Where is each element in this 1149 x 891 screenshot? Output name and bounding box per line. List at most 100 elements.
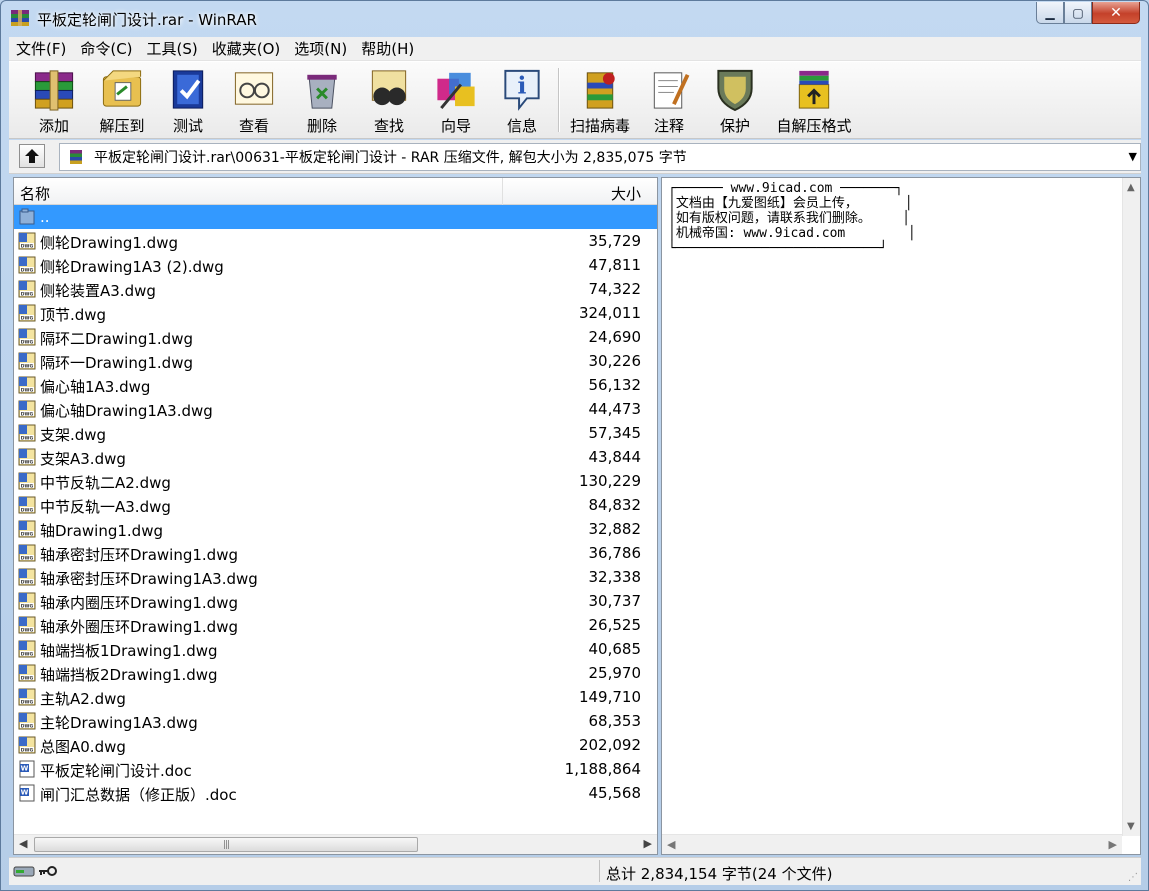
horizontal-scrollbar[interactable]: ◀ ||| ▶: [14, 834, 657, 854]
column-divider[interactable]: [502, 178, 503, 205]
file-name: 中节反轨二A2.dwg: [40, 474, 171, 492]
scroll-up-icon[interactable]: ▲: [1127, 182, 1135, 193]
wizard-button[interactable]: 向导: [421, 64, 491, 136]
scan-virus-label: 扫描病毒: [569, 117, 630, 135]
file-row[interactable]: W 平板定轮闸门设计.doc 1,188,864: [14, 757, 657, 781]
file-name: 轴承内圈压环Drawing1.dwg: [40, 594, 238, 612]
comment-vertical-scrollbar[interactable]: ▲ ▼: [1122, 178, 1140, 836]
file-name: 侧轮Drawing1.dwg: [40, 234, 178, 252]
menu-commands[interactable]: 命令(C): [73, 38, 139, 59]
file-row[interactable]: DWG 轴Drawing1.dwg 32,882: [14, 517, 657, 541]
menu-bar: 文件(F) 命令(C) 工具(S) 收藏夹(O) 选项(N) 帮助(H): [9, 37, 1141, 61]
key-icon[interactable]: [37, 864, 57, 878]
extract-to-label: 解压到: [99, 117, 145, 135]
file-row[interactable]: DWG 支架.dwg 57,345: [14, 421, 657, 445]
scroll-right-icon[interactable]: ▶: [1109, 838, 1117, 851]
file-row[interactable]: W 闸门汇总数据（修正版）.doc 45,568: [14, 781, 657, 805]
file-row[interactable]: DWG 轴承密封压环Drawing1A3.dwg 32,338: [14, 565, 657, 589]
file-row[interactable]: DWG 轴端挡板2Drawing1.dwg 25,970: [14, 661, 657, 685]
close-button[interactable]: ✕: [1092, 2, 1140, 24]
svg-text:DWG: DWG: [21, 388, 34, 394]
menu-favorites[interactable]: 收藏夹(O): [205, 38, 288, 59]
file-row[interactable]: DWG 主轮Drawing1A3.dwg 68,353: [14, 709, 657, 733]
file-row[interactable]: DWG 侧轮装置A3.dwg 74,322: [14, 277, 657, 301]
menu-help[interactable]: 帮助(H): [354, 38, 421, 59]
comment-button[interactable]: 注释: [634, 64, 704, 136]
protect-label: 保护: [719, 117, 750, 135]
file-row[interactable]: DWG 隔环一Drawing1.dwg 30,226: [14, 349, 657, 373]
file-row[interactable]: DWG 中节反轨一A3.dwg 84,832: [14, 493, 657, 517]
file-name: 轴承密封压环Drawing1A3.dwg: [40, 570, 258, 588]
file-row[interactable]: DWG 中节反轨二A2.dwg 130,229: [14, 469, 657, 493]
scroll-left-icon[interactable]: ◀: [19, 837, 27, 850]
file-size: 40,685: [588, 640, 642, 658]
file-row[interactable]: DWG 轴承外圈压环Drawing1.dwg 26,525: [14, 613, 657, 637]
file-row[interactable]: DWG 主轨A2.dwg 149,710: [14, 685, 657, 709]
drive-icon[interactable]: [13, 864, 35, 878]
file-row[interactable]: DWG 侧轮Drawing1A3 (2).dwg 47,811: [14, 253, 657, 277]
resize-grip-icon[interactable]: ⋰: [1128, 872, 1138, 883]
file-name: 顶节.dwg: [40, 306, 107, 324]
scan-virus-button[interactable]: 扫描病毒: [565, 64, 635, 136]
find-button[interactable]: 查找: [354, 64, 424, 136]
file-name: 偏心轴1A3.dwg: [40, 378, 151, 396]
file-row[interactable]: DWG 侧轮Drawing1.dwg 35,729: [14, 229, 657, 253]
dwg-file-icon: DWG: [18, 304, 36, 322]
file-row[interactable]: DWG 轴承内圈压环Drawing1.dwg 30,737: [14, 589, 657, 613]
address-combobox[interactable]: 平板定轮闸门设计.rar\00631-平板定轮闸门设计 - RAR 压缩文件, …: [59, 143, 1141, 171]
file-row[interactable]: DWG 支架A3.dwg 43,844: [14, 445, 657, 469]
dwg-file-icon: DWG: [18, 376, 36, 394]
scroll-right-icon[interactable]: ▶: [644, 837, 652, 850]
menu-tools[interactable]: 工具(S): [140, 38, 205, 59]
sfx-icon: [798, 70, 830, 109]
sfx-button[interactable]: 自解压格式: [774, 64, 854, 136]
scan-virus-icon: [586, 72, 615, 109]
up-folder-button[interactable]: [19, 144, 45, 168]
file-name: 闸门汇总数据（修正版）.doc: [40, 786, 237, 804]
file-row[interactable]: DWG 总图A0.dwg 202,092: [14, 733, 657, 757]
file-row[interactable]: DWG 轴承密封压环Drawing1.dwg 36,786: [14, 541, 657, 565]
file-name: 隔环二Drawing1.dwg: [40, 330, 193, 348]
maximize-icon: ▢: [1072, 5, 1084, 20]
file-name: 隔环一Drawing1.dwg: [40, 354, 193, 372]
svg-text:DWG: DWG: [21, 244, 34, 250]
window-title: 平板定轮闸门设计.rar - WinRAR: [37, 11, 257, 29]
test-button[interactable]: 测试: [153, 64, 223, 136]
comment-horizontal-scrollbar[interactable]: ◀ ▶: [662, 834, 1122, 854]
minimize-button[interactable]: ▁: [1036, 2, 1064, 24]
file-size: 30,737: [588, 592, 642, 610]
menu-file[interactable]: 文件(F): [9, 38, 73, 59]
menu-options[interactable]: 选项(N): [287, 38, 354, 59]
svg-text:DWG: DWG: [21, 292, 34, 298]
scroll-down-icon[interactable]: ▼: [1127, 821, 1135, 832]
file-row[interactable]: DWG 隔环二Drawing1.dwg 24,690: [14, 325, 657, 349]
info-button[interactable]: i 信息: [487, 64, 557, 136]
chevron-down-icon[interactable]: ▼: [1129, 150, 1137, 163]
file-size: 149,710: [578, 688, 641, 706]
parent-folder-row[interactable]: ..: [14, 205, 657, 229]
protect-button[interactable]: 保护: [700, 64, 770, 136]
scroll-left-icon[interactable]: ◀: [667, 838, 675, 851]
dwg-file-icon: DWG: [18, 352, 36, 370]
delete-button[interactable]: 删除: [287, 64, 357, 136]
file-row[interactable]: DWG 顶节.dwg 324,011: [14, 301, 657, 325]
file-row[interactable]: DWG 轴端挡板1Drawing1.dwg 40,685: [14, 637, 657, 661]
file-name: 轴端挡板2Drawing1.dwg: [40, 666, 218, 684]
scrollbar-thumb[interactable]: |||: [34, 837, 418, 852]
maximize-button[interactable]: ▢: [1064, 2, 1092, 24]
svg-text:DWG: DWG: [21, 676, 34, 682]
file-row[interactable]: DWG 偏心轴1A3.dwg 56,132: [14, 373, 657, 397]
dwg-file-icon: DWG: [18, 568, 36, 586]
title-bar[interactable]: 平板定轮闸门设计.rar - WinRAR ▁ ▢ ✕: [1, 1, 1148, 35]
extract-to-button[interactable]: 解压到: [87, 64, 157, 136]
column-header-name[interactable]: 名称: [20, 183, 50, 204]
dwg-file-icon: DWG: [18, 520, 36, 538]
view-button[interactable]: 查看: [219, 64, 289, 136]
column-header-size[interactable]: 大小: [611, 183, 641, 204]
add-button[interactable]: 添加: [19, 64, 89, 136]
file-name: ..: [40, 208, 50, 226]
file-row[interactable]: DWG 偏心轴Drawing1A3.dwg 44,473: [14, 397, 657, 421]
dwg-file-icon: DWG: [18, 712, 36, 730]
winrar-app-icon[interactable]: [10, 9, 30, 27]
file-size: 32,882: [588, 520, 642, 538]
